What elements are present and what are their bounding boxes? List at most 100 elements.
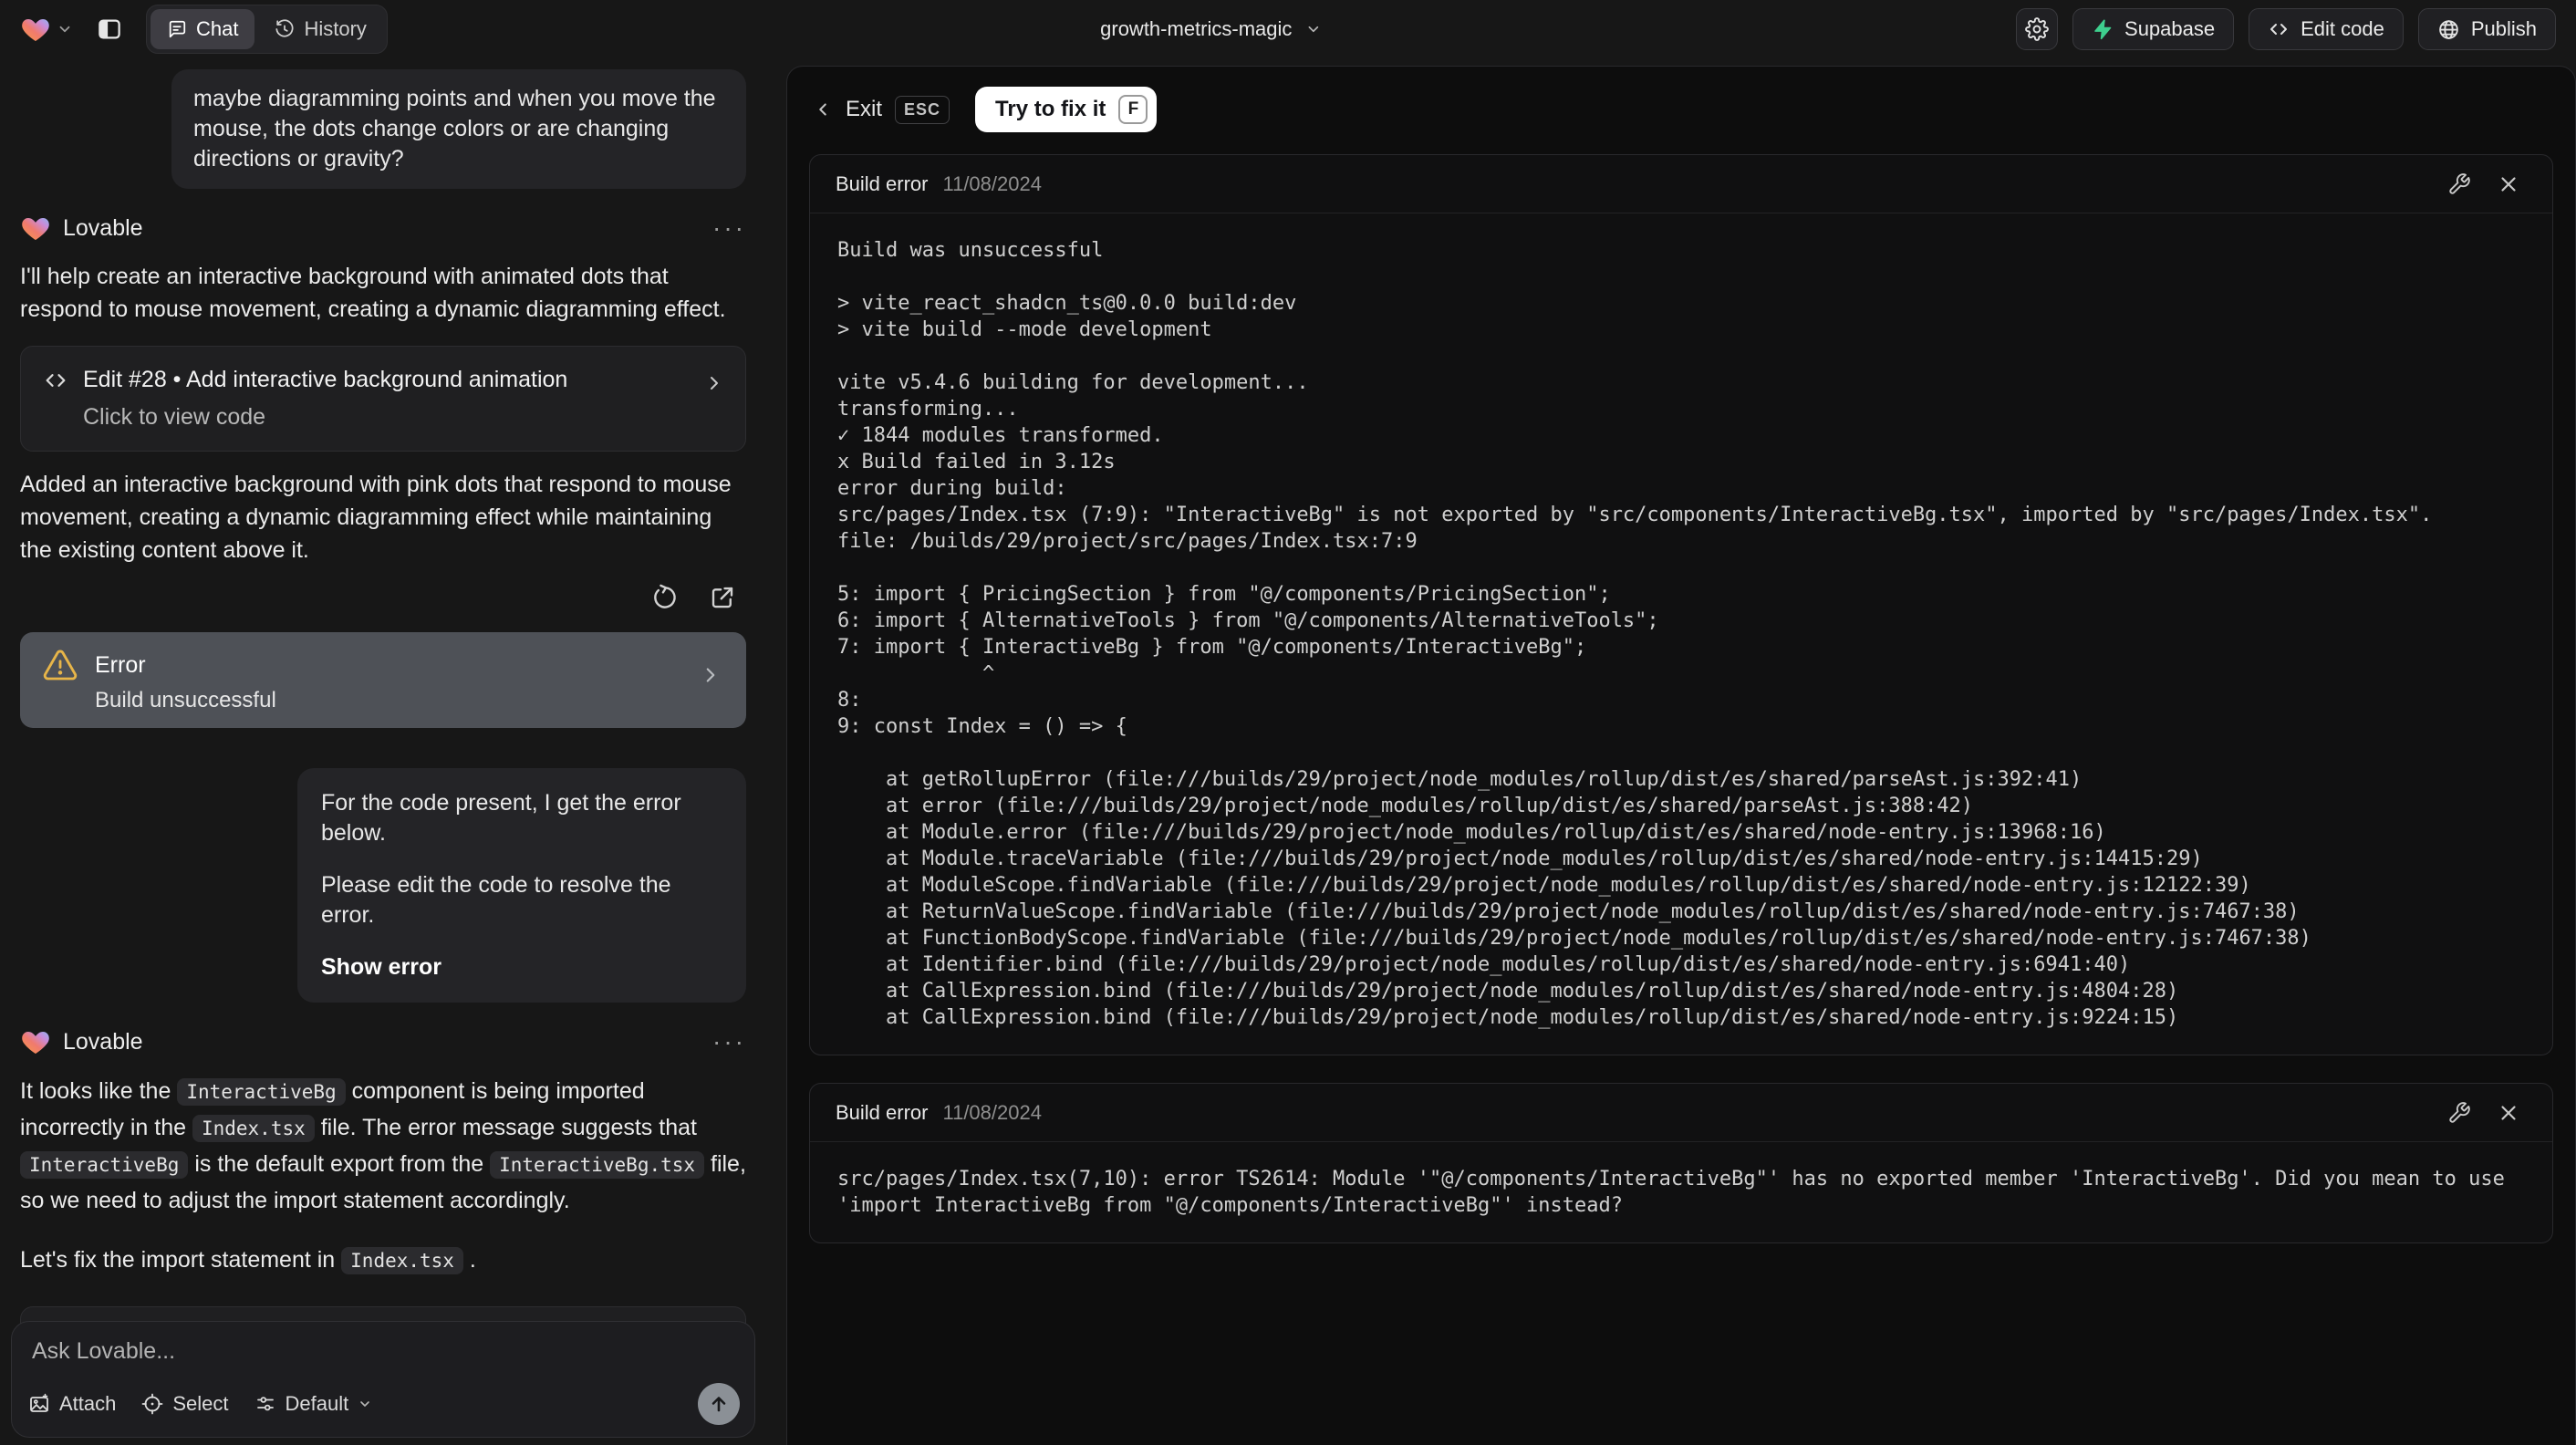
topbar: Chat History growth-metrics-magic Supaba… [0,0,2576,58]
close-icon [2497,1101,2520,1125]
restore-version-button[interactable] [648,579,684,616]
edit-28-subtitle: Click to view code [83,404,266,430]
chevron-left-icon [813,99,833,120]
user-message-line: For the code present, I get the error be… [321,790,681,846]
lovable-heart-icon [20,213,51,244]
close-icon [2497,172,2520,196]
composer: Attach Select Default [11,1321,755,1438]
assistant-result-text: Added an interactive background with pin… [20,472,732,563]
edit-code-label: Edit code [2301,17,2384,40]
edit-28-title: Edit #28 • Add interactive background an… [83,367,568,392]
mode-dropdown[interactable]: Default [254,1392,373,1416]
build-error-header: Build error 11/08/2024 [810,155,2552,213]
error-card-subtitle: Build unsuccessful [95,688,276,712]
arrow-up-icon [708,1393,730,1415]
chat-sidebar: maybe diagramming points and when you mo… [0,58,766,1445]
settings-button[interactable] [2016,8,2059,50]
error-detail-panel: Exit ESC Try to fix it F Build error 11/… [786,66,2576,1445]
publish-button[interactable]: Publish [2417,8,2556,50]
lovable-logo-menu[interactable] [20,14,73,45]
build-error-panel-2: Build error 11/08/2024 src/pages/Index.t… [809,1083,2553,1243]
assistant-message-header: Lovable ··· [20,1026,746,1057]
supabase-bolt-icon [2092,18,2114,40]
chevron-down-icon [1304,21,1321,37]
build-error-title: Build error [836,172,929,195]
wrench-icon [2447,1101,2471,1125]
sliders-icon [254,1393,276,1415]
message-list: maybe diagramming points and when you mo… [0,58,766,1412]
sidebar-toggle-button[interactable] [89,9,130,49]
message-more-button[interactable]: ··· [712,1029,746,1055]
chat-input[interactable] [32,1338,734,1386]
message-action-row [20,579,746,616]
try-to-fix-button[interactable]: Try to fix it F [975,87,1158,132]
edit-code-button[interactable]: Edit code [2249,8,2404,50]
publish-label: Publish [2470,17,2537,40]
supabase-button[interactable]: Supabase [2072,8,2235,50]
lovable-heart-icon [20,1026,51,1057]
assistant-name: Lovable [63,1028,143,1055]
user-message-bubble: maybe diagramming points and when you mo… [171,69,746,189]
mode-label: Default [285,1392,349,1415]
crosshair-icon [141,1393,163,1415]
open-preview-button[interactable] [704,579,741,616]
code-brackets-icon [43,368,68,393]
chevron-down-icon [57,21,73,37]
fix-with-ai-button[interactable] [2441,1095,2477,1131]
assistant-name: Lovable [63,214,143,241]
fix-with-ai-button[interactable] [2441,166,2477,203]
chevron-down-icon [358,1397,372,1411]
error-card-title: Error [95,651,146,678]
chevron-right-icon [703,372,725,394]
close-panel-button[interactable] [2490,1095,2527,1131]
build-error-log[interactable]: src/pages/Index.tsx(7,10): error TS2614:… [810,1142,2552,1242]
project-title: growth-metrics-magic [1100,17,1293,40]
tab-history[interactable]: History [258,9,382,49]
build-error-date: 11/08/2024 [942,172,1042,195]
chevron-right-icon [699,663,722,687]
tab-history-label: History [304,17,367,40]
close-panel-button[interactable] [2490,166,2527,203]
tab-chat-label: Chat [196,17,239,40]
assistant-message-header: Lovable ··· [20,213,746,244]
chat-history-tabs: Chat History [146,5,388,54]
build-error-date: 11/08/2024 [942,1100,1042,1124]
refresh-icon [652,584,680,611]
build-error-header: Build error 11/08/2024 [810,1084,2552,1142]
user-message-bubble: For the code present, I get the error be… [297,768,746,1003]
esc-key-badge: ESC [895,95,950,124]
assistant-fix-text-2: Let's fix the import statement in Index.… [20,1247,476,1274]
select-element-button[interactable]: Select [141,1392,229,1416]
project-switcher[interactable]: growth-metrics-magic [1100,17,1321,41]
code-brackets-icon [2268,18,2290,40]
user-message-text: maybe diagramming points and when you mo… [193,86,716,172]
attach-button[interactable]: Attach [28,1392,116,1416]
image-plus-icon [28,1393,50,1415]
exit-button[interactable]: Exit [813,97,882,122]
build-error-panel-1: Build error 11/08/2024 Build was unsucce… [809,154,2553,1055]
show-error-link[interactable]: Show error [321,952,722,982]
tab-chat[interactable]: Chat [151,9,255,49]
gear-icon [2025,17,2049,41]
fix-toolbar: Exit ESC Try to fix it F [809,79,2553,138]
try-to-fix-label: Try to fix it [995,97,1106,121]
chat-bubble-icon [167,19,187,39]
external-link-icon [709,584,736,611]
user-message-line: Please edit the code to resolve the erro… [321,872,671,928]
send-button[interactable] [698,1383,740,1425]
attach-label: Attach [59,1392,117,1415]
f-key-badge: F [1118,95,1148,124]
globe-icon [2437,18,2460,41]
panel-left-icon [96,16,123,43]
history-clock-icon [275,19,295,39]
exit-label: Exit [846,97,883,121]
supabase-label: Supabase [2124,17,2216,40]
assistant-fix-text: It looks like the InteractiveBg componen… [20,1078,746,1213]
assistant-intro-text: I'll help create an interactive backgrou… [20,264,726,322]
build-error-card[interactable]: Error Build unsuccessful [20,632,746,728]
build-error-log[interactable]: Build was unsuccessful > vite_react_shad… [810,213,2552,1055]
edit-28-card[interactable]: Edit #28 • Add interactive background an… [20,346,746,452]
message-more-button[interactable]: ··· [712,215,746,241]
select-label: Select [172,1392,229,1415]
lovable-heart-icon [20,14,51,45]
